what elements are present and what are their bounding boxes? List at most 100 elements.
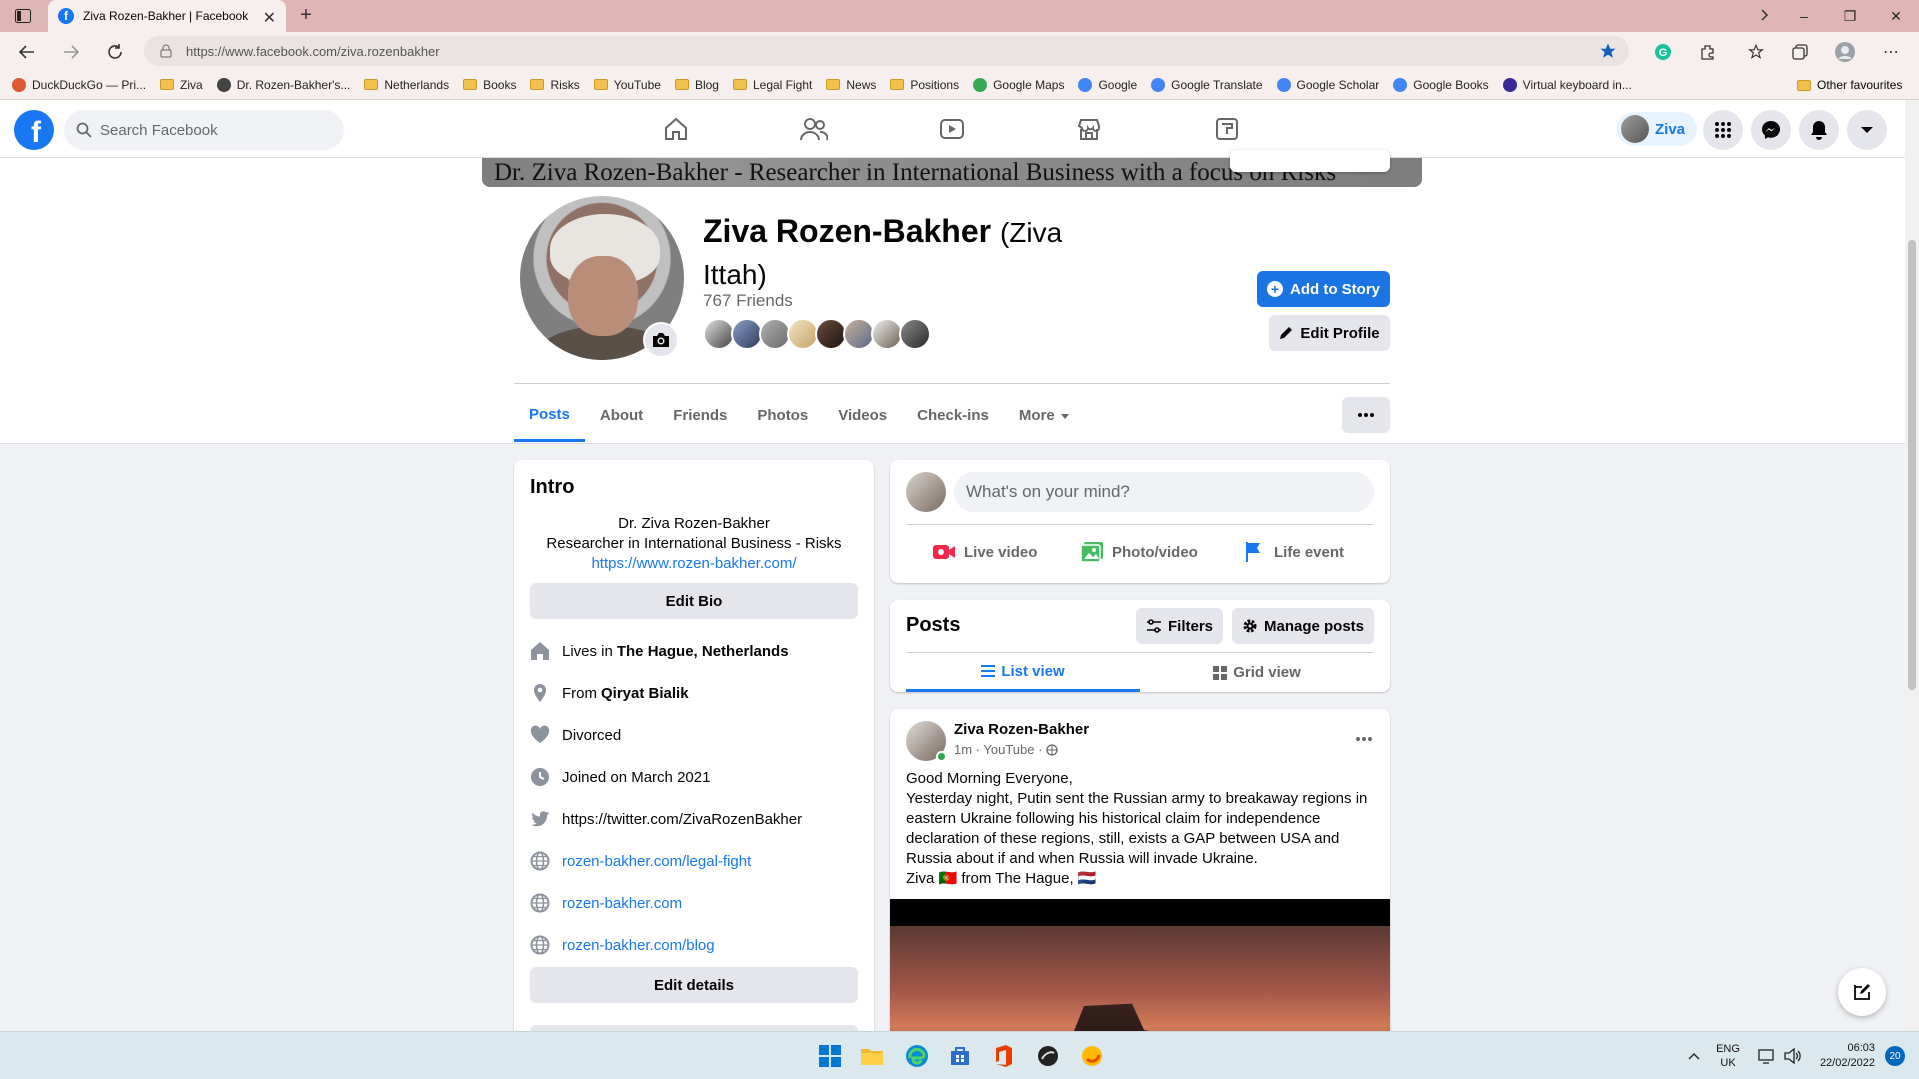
- bookmark-item[interactable]: Google Maps: [973, 77, 1064, 92]
- add-to-story-button[interactable]: + Add to Story: [1257, 271, 1390, 307]
- menu-grid-icon[interactable]: [1703, 110, 1743, 150]
- edit-details-button[interactable]: Edit details: [530, 967, 858, 1003]
- volume-icon[interactable]: [1784, 1048, 1802, 1064]
- tab-more[interactable]: More: [1004, 390, 1084, 442]
- life-event-button[interactable]: Life event: [1244, 532, 1344, 572]
- intro-lives-value[interactable]: The Hague, Netherlands: [617, 643, 789, 660]
- browser-tab[interactable]: f Ziva Rozen-Bakher | Facebook ✕: [48, 0, 286, 32]
- bookmark-item[interactable]: Books: [463, 78, 516, 92]
- more-options-icon[interactable]: [1342, 397, 1390, 433]
- post-meta-text[interactable]: 1m · YouTube ·: [954, 742, 1042, 757]
- settings-more-icon[interactable]: ⋯: [1880, 41, 1902, 63]
- tab-about[interactable]: About: [585, 390, 658, 442]
- store-icon[interactable]: [946, 1042, 974, 1070]
- avatar[interactable]: [906, 472, 946, 512]
- bookmark-item[interactable]: DuckDuckGo — Pri...: [12, 77, 146, 92]
- bookmark-item[interactable]: Google Scholar: [1276, 77, 1379, 92]
- edge-browser-icon[interactable]: [903, 1042, 931, 1070]
- address-bar[interactable]: https://www.facebook.com/ziva.rozenbakhe…: [144, 36, 1629, 66]
- collections-icon[interactable]: [1789, 41, 1811, 63]
- list-view-tab[interactable]: List view: [906, 653, 1140, 692]
- privacy-globe-icon[interactable]: [1046, 743, 1059, 756]
- tab-check-ins[interactable]: Check-ins: [902, 390, 1004, 442]
- profile-icon[interactable]: [1834, 41, 1856, 63]
- facebook-logo-icon[interactable]: f: [14, 110, 54, 150]
- edit-bio-button[interactable]: Edit Bio: [530, 583, 858, 619]
- search-input[interactable]: Search Facebook: [64, 110, 344, 150]
- intro-twitter-value[interactable]: https://twitter.com/ZivaRozenBakher: [562, 811, 802, 828]
- bookmark-item[interactable]: Google: [1078, 77, 1137, 92]
- friends-icon[interactable]: [758, 109, 870, 149]
- bookmark-item[interactable]: Dr. Rozen-Bakher's...: [216, 77, 350, 92]
- edit-profile-button[interactable]: Edit Profile: [1269, 315, 1390, 351]
- close-window-button[interactable]: ✕: [1873, 0, 1919, 32]
- post-options-icon[interactable]: [1346, 721, 1382, 757]
- refresh-icon[interactable]: [104, 41, 126, 63]
- tab-friends[interactable]: Friends: [658, 390, 742, 442]
- grammarly-icon[interactable]: G: [1652, 41, 1674, 63]
- page-scrollbar[interactable]: [1905, 100, 1919, 1031]
- camera-icon[interactable]: [643, 322, 679, 358]
- filters-button[interactable]: Filters: [1136, 608, 1223, 644]
- app-icon-orange[interactable]: [1078, 1042, 1106, 1070]
- notifications-bell-icon[interactable]: [1799, 110, 1839, 150]
- tab-close-icon[interactable]: ✕: [263, 8, 276, 28]
- live-video-button[interactable]: Live video: [932, 532, 1037, 572]
- new-tab-button[interactable]: +: [295, 5, 317, 27]
- bookmark-item[interactable]: Blog: [674, 78, 719, 92]
- website-link[interactable]: rozen-bakher.com/legal-fight: [562, 853, 751, 870]
- home-icon[interactable]: [620, 109, 732, 149]
- back-icon[interactable]: [16, 41, 38, 63]
- bookmark-item[interactable]: Google Translate: [1151, 77, 1263, 92]
- notification-count-badge[interactable]: 20: [1885, 1046, 1905, 1066]
- forward-icon[interactable]: [60, 41, 82, 63]
- bookmarks-overflow-chevron-icon[interactable]: [1760, 8, 1770, 22]
- bio-link[interactable]: https://www.rozen-bakher.com/: [530, 554, 858, 574]
- bookmark-item[interactable]: News: [826, 78, 876, 92]
- edit-cover-photo-button[interactable]: [1230, 150, 1390, 172]
- bookmark-item[interactable]: Ziva: [160, 78, 203, 92]
- start-windows-icon[interactable]: [816, 1042, 844, 1070]
- bookmark-item[interactable]: YouTube: [593, 78, 661, 92]
- minimize-button[interactable]: –: [1781, 0, 1827, 32]
- clock[interactable]: 06:03 22/02/2022: [1820, 1041, 1875, 1071]
- intro-from-value[interactable]: Qiryat Bialik: [601, 685, 689, 702]
- office-icon[interactable]: [990, 1042, 1018, 1070]
- tab-posts[interactable]: Posts: [514, 390, 585, 442]
- lock-icon[interactable]: [160, 44, 172, 58]
- chevron-up-icon[interactable]: [1688, 1052, 1700, 1060]
- favorites-icon[interactable]: [1745, 41, 1767, 63]
- network-icon[interactable]: [1758, 1048, 1776, 1064]
- tab-photos[interactable]: Photos: [742, 390, 823, 442]
- bookmark-other-favourites[interactable]: Other favourites: [1797, 70, 1902, 100]
- groups-gaming-icon[interactable]: [1171, 109, 1283, 149]
- watch-icon[interactable]: [896, 109, 1008, 149]
- bookmark-item[interactable]: Netherlands: [364, 78, 449, 92]
- manage-posts-button[interactable]: Manage posts: [1232, 608, 1374, 644]
- bookmark-item[interactable]: Positions: [890, 78, 959, 92]
- favorite-star-icon[interactable]: [1599, 42, 1617, 60]
- tab-videos[interactable]: Videos: [823, 390, 902, 442]
- friends-count[interactable]: 767 Friends: [703, 291, 793, 311]
- file-explorer-icon[interactable]: [858, 1042, 886, 1070]
- new-message-icon[interactable]: [1838, 968, 1886, 1016]
- bookmark-item[interactable]: Risks: [530, 78, 580, 92]
- grid-view-tab[interactable]: Grid view: [1140, 653, 1374, 692]
- language-indicator[interactable]: ENG UK: [1716, 1042, 1740, 1070]
- avatar[interactable]: [899, 318, 931, 350]
- restore-button[interactable]: ❐: [1827, 0, 1873, 32]
- tab-actions-icon[interactable]: [12, 6, 34, 26]
- post-author[interactable]: Ziva Rozen-Bakher: [954, 721, 1089, 738]
- scrollbar-thumb[interactable]: [1908, 240, 1916, 690]
- bookmark-item[interactable]: Legal Fight: [732, 78, 812, 92]
- app-icon[interactable]: [1034, 1042, 1062, 1070]
- messenger-icon[interactable]: [1751, 110, 1791, 150]
- website-link[interactable]: rozen-bakher.com: [562, 895, 682, 912]
- whats-on-your-mind-input[interactable]: What's on your mind?: [954, 472, 1374, 512]
- bookmark-item[interactable]: Google Books: [1393, 77, 1489, 92]
- website-link[interactable]: rozen-bakher.com/blog: [562, 937, 715, 954]
- marketplace-icon[interactable]: [1033, 109, 1145, 149]
- profile-chip[interactable]: Ziva: [1617, 112, 1697, 146]
- bookmark-item[interactable]: Virtual keyboard in...: [1502, 77, 1632, 92]
- extensions-icon[interactable]: [1697, 41, 1719, 63]
